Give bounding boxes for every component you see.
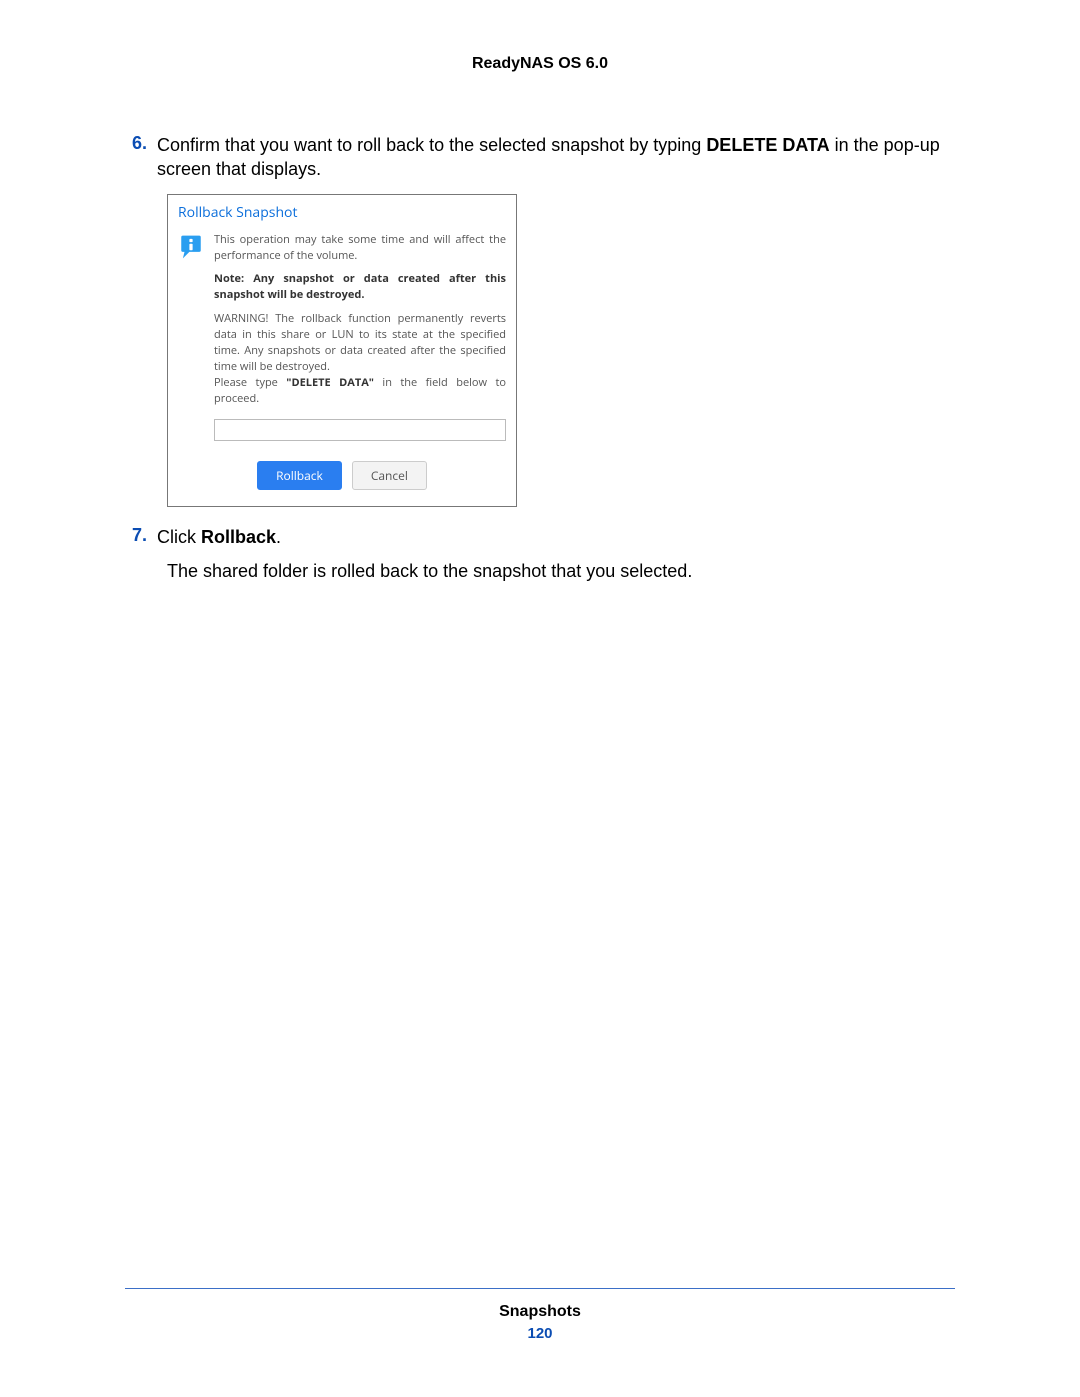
step-7-text-a: Click — [157, 527, 201, 547]
step-7-bold: Rollback — [201, 527, 276, 547]
dialog-body: This operation may take some time and wi… — [168, 226, 516, 451]
footer-page-number: 120 — [125, 1325, 955, 1342]
step-6-text-a: Confirm that you want to roll back to th… — [157, 135, 706, 155]
step-7-text-b: . — [276, 527, 281, 547]
dialog-title: Rollback Snapshot — [168, 195, 516, 226]
dialog-footer: Rollback Cancel — [168, 451, 516, 506]
dialog-p3a: WARNING! The rollback function permanent… — [214, 311, 506, 374]
content-area: 6. Confirm that you want to roll back to… — [0, 73, 1080, 584]
rollback-dialog: Rollback Snapshot This operation may tak… — [167, 194, 517, 507]
step-6-number: 6. — [125, 133, 157, 182]
step-6-body: Confirm that you want to roll back to th… — [157, 133, 955, 182]
step-7-body: Click Rollback. — [157, 525, 955, 549]
footer-section: Snapshots — [125, 1303, 955, 1321]
dialog-p3b-a: Please type — [214, 375, 286, 390]
rollback-button[interactable]: Rollback — [257, 461, 342, 490]
info-bubble-icon — [178, 234, 204, 260]
page-footer: Snapshots 120 — [125, 1288, 955, 1342]
step-6: 6. Confirm that you want to roll back to… — [125, 133, 955, 182]
dialog-p3: WARNING! The rollback function permanent… — [214, 311, 506, 407]
cancel-button[interactable]: Cancel — [352, 461, 427, 490]
dialog-p3b-bold: "DELETE DATA" — [286, 375, 374, 390]
step-7: 7. Click Rollback. — [125, 525, 955, 549]
confirm-input[interactable] — [214, 419, 506, 441]
dialog-p1: This operation may take some time and wi… — [214, 232, 506, 264]
page-header: ReadyNAS OS 6.0 — [0, 0, 1080, 73]
dialog-text: This operation may take some time and wi… — [214, 232, 506, 441]
header-title: ReadyNAS OS 6.0 — [472, 55, 608, 72]
step-6-bold: DELETE DATA — [706, 135, 829, 155]
step-7-number: 7. — [125, 525, 157, 549]
step-7-followup: The shared folder is rolled back to the … — [167, 559, 955, 584]
dialog-p2: Note: Any snapshot or data created after… — [214, 271, 506, 303]
